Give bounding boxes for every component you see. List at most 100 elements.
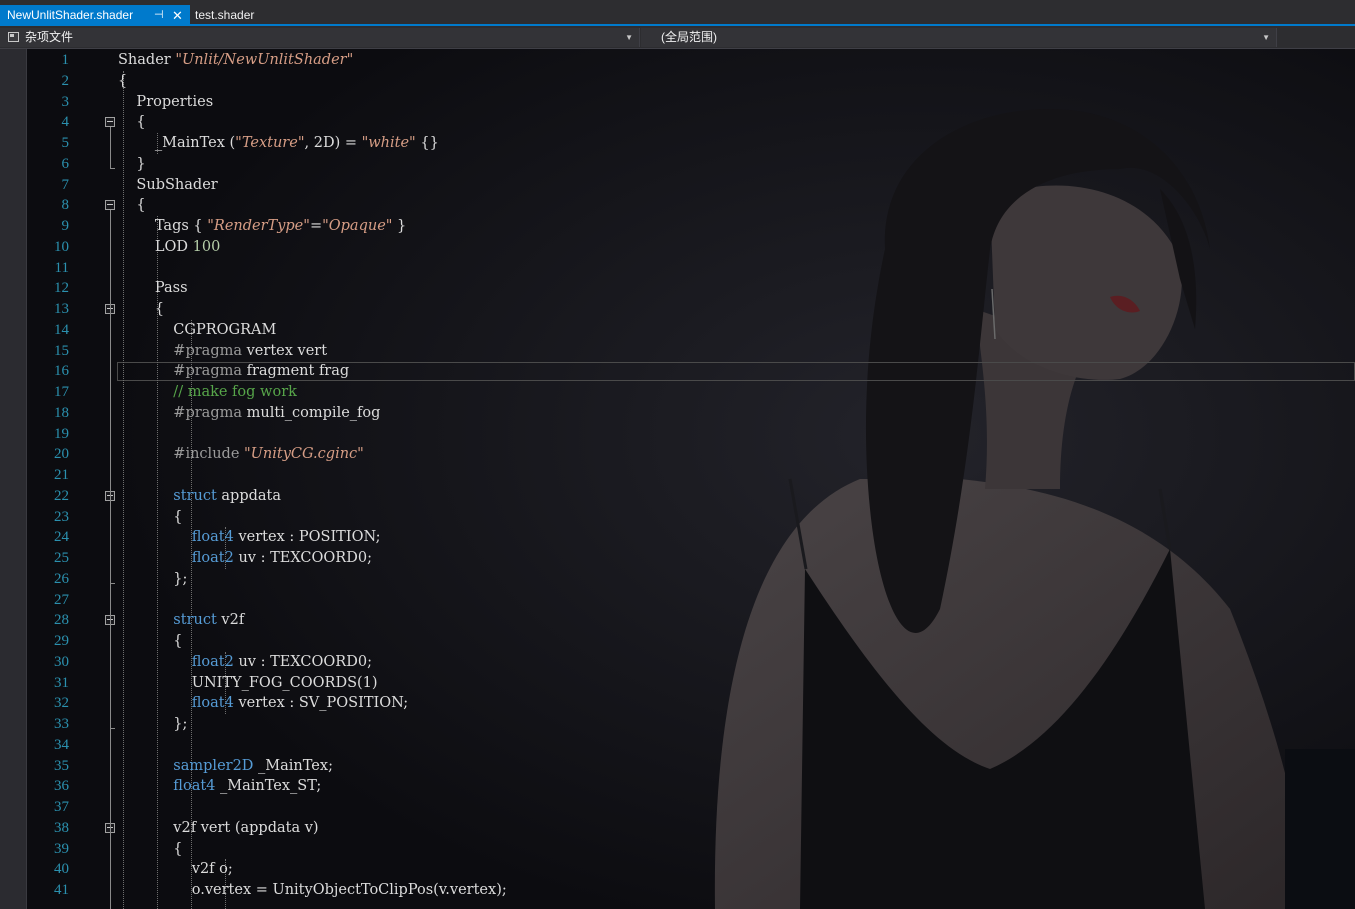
line-number: 40 [54, 861, 69, 878]
code-line[interactable]: 39 { [0, 839, 1355, 860]
code-line[interactable]: 26 }; [0, 569, 1355, 590]
code-token: "Texture" [235, 135, 305, 151]
code-text[interactable]: { [118, 631, 182, 652]
code-line[interactable]: 9 Tags { "RenderType"="Opaque" } [0, 216, 1355, 237]
code-text[interactable]: }; [118, 569, 187, 590]
code-line[interactable]: 14 CGPROGRAM [0, 320, 1355, 341]
code-line[interactable]: 27 [0, 590, 1355, 611]
code-line[interactable]: 15 #pragma vertex vert [0, 341, 1355, 362]
code-line[interactable]: 31 UNITY_FOG_COORDS(1) [0, 673, 1355, 694]
chevron-down-icon[interactable]: ▼ [1262, 28, 1270, 47]
code-text[interactable]: { [118, 71, 127, 92]
code-text[interactable]: } [118, 154, 145, 175]
code-line[interactable]: 34 [0, 735, 1355, 756]
code-line[interactable]: 41 o.vertex = UnityObjectToClipPos(v.ver… [0, 880, 1355, 901]
code-line[interactable]: 7 SubShader [0, 175, 1355, 196]
code-text[interactable]: #pragma multi_compile_fog [118, 403, 380, 424]
code-line[interactable]: 20 #include "UnityCG.cginc" [0, 444, 1355, 465]
code-line[interactable]: 32 float4 vertex : SV_POSITION; [0, 693, 1355, 714]
code-line[interactable]: 10 LOD 100 [0, 237, 1355, 258]
pin-icon[interactable]: ⊣ [154, 5, 164, 26]
code-line[interactable]: 30 float2 uv : TEXCOORD0; [0, 652, 1355, 673]
tab-label: NewUnlitShader.shader [7, 8, 134, 22]
code-text[interactable]: Shader "Unlit/NewUnlitShader" [118, 50, 353, 71]
code-line[interactable]: 29 { [0, 631, 1355, 652]
line-number: 2 [61, 72, 70, 89]
code-line[interactable]: 19 [0, 424, 1355, 445]
code-token: LOD [118, 238, 193, 255]
code-text[interactable]: CGPROGRAM [118, 320, 276, 341]
code-line[interactable]: 23 { [0, 507, 1355, 528]
line-number: 37 [54, 799, 69, 815]
code-text[interactable]: { [118, 839, 182, 860]
code-line[interactable]: 22 struct appdata [0, 486, 1355, 507]
chevron-down-icon[interactable]: ▼ [625, 28, 633, 47]
code-line[interactable]: 4 { [0, 112, 1355, 133]
code-line[interactable]: 25 float2 uv : TEXCOORD0; [0, 548, 1355, 569]
code-text[interactable]: float4 _MainTex_ST; [118, 776, 321, 797]
code-text[interactable]: float2 uv : TEXCOORD0; [118, 652, 372, 673]
code-text[interactable]: struct v2f [118, 610, 244, 631]
code-line[interactable]: 11 [0, 258, 1355, 279]
code-text[interactable]: o.vertex = UnityObjectToClipPos(v.vertex… [118, 880, 507, 901]
code-line[interactable]: 6 } [0, 154, 1355, 175]
code-text[interactable]: Properties [118, 92, 213, 113]
code-line[interactable]: 1 Shader "Unlit/NewUnlitShader" [0, 50, 1355, 71]
line-number: 6 [61, 155, 70, 172]
code-token: float2 [118, 550, 234, 566]
code-text[interactable]: #include "UnityCG.cginc" [118, 444, 364, 465]
code-line[interactable]: 13 { [0, 299, 1355, 320]
code-line[interactable]: 36 float4 _MainTex_ST; [0, 776, 1355, 797]
code-line[interactable]: 21 [0, 465, 1355, 486]
code-token: float4 [118, 529, 234, 546]
code-text[interactable]: v2f o; [118, 859, 233, 880]
code-text[interactable]: Pass [118, 278, 188, 299]
code-text[interactable]: { [118, 195, 145, 216]
line-number: 20 [54, 446, 69, 463]
code-line[interactable]: 24 float4 vertex : POSITION; [0, 527, 1355, 548]
code-line[interactable]: 12 Pass [0, 278, 1355, 299]
code-text[interactable]: float4 vertex : SV_POSITION; [118, 693, 408, 714]
code-text[interactable]: v2f vert (appdata v) [118, 818, 319, 839]
code-text[interactable]: #pragma vertex vert [118, 341, 327, 362]
code-line[interactable]: 2{ [0, 71, 1355, 92]
code-line[interactable]: 37 [0, 797, 1355, 818]
line-number: 7 [61, 176, 70, 193]
project-scope-dropdown[interactable]: 杂项文件 ▼ [0, 28, 640, 47]
code-token: Pass [118, 280, 188, 297]
code-line[interactable]: 33 }; [0, 714, 1355, 735]
code-text[interactable]: struct appdata [118, 486, 281, 507]
code-text[interactable]: // make fog work [118, 382, 297, 403]
code-editor[interactable]: 1 Shader "Unlit/NewUnlitShader" 2{3 Proper… [0, 49, 1355, 909]
tab-newunlitshader[interactable]: NewUnlitShader.shader ⊣ ✕ [0, 5, 190, 26]
code-text[interactable]: UNITY_FOG_COORDS(1) [118, 673, 378, 694]
code-text[interactable]: _MainTex ("Texture", 2D) = "white" {} [118, 133, 439, 154]
code-token: sampler2D [118, 757, 254, 774]
code-line[interactable]: 8 { [0, 195, 1355, 216]
code-text[interactable]: }; [118, 714, 187, 735]
code-line[interactable]: 3 Properties [0, 92, 1355, 113]
code-text[interactable]: #pragma fragment frag [118, 361, 349, 382]
code-line[interactable]: 18 #pragma multi_compile_fog [0, 403, 1355, 424]
code-text[interactable]: float2 uv : TEXCOORD0; [118, 548, 372, 569]
tab-test-shader[interactable]: test.shader [195, 5, 254, 26]
code-token: }; [118, 570, 188, 587]
code-text[interactable]: { [118, 112, 145, 133]
code-text[interactable]: Tags { "RenderType"="Opaque" } [118, 216, 406, 237]
code-line[interactable]: 16 #pragma fragment frag [0, 361, 1355, 382]
code-token: v2f vert (appdata v) [118, 819, 319, 836]
code-text[interactable]: LOD 100 [118, 237, 220, 258]
code-line[interactable]: 17 // make fog work [0, 382, 1355, 403]
code-text[interactable]: { [118, 507, 182, 528]
code-text[interactable]: sampler2D _MainTex; [118, 756, 333, 777]
code-line[interactable]: 28 struct v2f [0, 610, 1355, 631]
code-text[interactable]: { [118, 299, 164, 320]
close-icon[interactable]: ✕ [172, 5, 183, 26]
code-text[interactable]: SubShader [118, 175, 217, 196]
code-text[interactable]: float4 vertex : POSITION; [118, 527, 381, 548]
code-line[interactable]: 35 sampler2D _MainTex; [0, 756, 1355, 777]
code-line[interactable]: 40 v2f o; [0, 859, 1355, 880]
global-scope-dropdown[interactable]: (全局范围) ▼ [641, 28, 1277, 47]
code-line[interactable]: 38 v2f vert (appdata v) [0, 818, 1355, 839]
code-line[interactable]: 5 _MainTex ("Texture", 2D) = "white" {} [0, 133, 1355, 154]
